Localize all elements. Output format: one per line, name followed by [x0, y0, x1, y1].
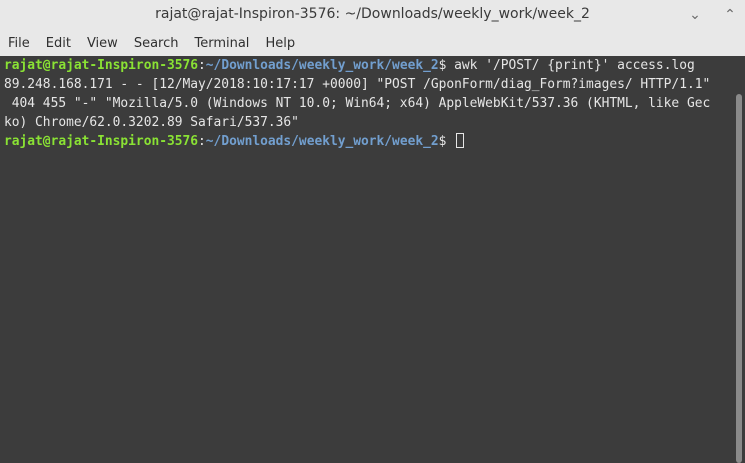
maximize-icon[interactable]: ⌃ — [719, 4, 741, 26]
output-line: 404 455 "-" "Mozilla/5.0 (Windows NT 10.… — [4, 96, 711, 111]
title-bar[interactable]: rajat@rajat-Inspiron-3576: ~/Downloads/w… — [0, 0, 745, 31]
command-text: awk '/POST/ {print}' access.log — [446, 58, 695, 73]
scrollbar-thumb[interactable] — [736, 94, 742, 463]
menu-help[interactable]: Help — [257, 33, 303, 55]
menu-edit[interactable]: Edit — [38, 33, 79, 55]
window-title: rajat@rajat-Inspiron-3576: ~/Downloads/w… — [155, 6, 590, 22]
text-cursor[interactable] — [456, 133, 465, 148]
terminal-window: rajat@rajat-Inspiron-3576: ~/Downloads/w… — [0, 0, 745, 463]
menu-search[interactable]: Search — [126, 33, 187, 55]
menu-terminal[interactable]: Terminal — [186, 33, 257, 55]
scrollbar[interactable] — [733, 56, 745, 463]
prompt-path: ~/Downloads/weekly_work/week_2 — [205, 134, 439, 149]
output-line: ko) Chrome/62.0.3202.89 Safari/537.36" — [4, 115, 299, 130]
prompt-path: ~/Downloads/weekly_work/week_2 — [205, 58, 439, 73]
output-line: 89.248.168.171 - - [12/May/2018:10:17:17… — [4, 77, 711, 92]
minimize-icon[interactable]: ⌄ — [684, 4, 706, 26]
prompt-user: rajat@rajat-Inspiron-3576 — [4, 134, 199, 149]
menu-bar: File Edit View Search Terminal Help — [0, 31, 745, 57]
prompt-user: rajat@rajat-Inspiron-3576 — [4, 58, 199, 73]
terminal-output-area[interactable]: rajat@rajat-Inspiron-3576:~/Downloads/we… — [0, 56, 733, 463]
prompt-colon: : — [198, 58, 206, 73]
menu-view[interactable]: View — [79, 33, 126, 55]
prompt-colon: : — [198, 134, 206, 149]
prompt-symbol: $ — [438, 134, 447, 149]
menu-file[interactable]: File — [0, 33, 38, 55]
